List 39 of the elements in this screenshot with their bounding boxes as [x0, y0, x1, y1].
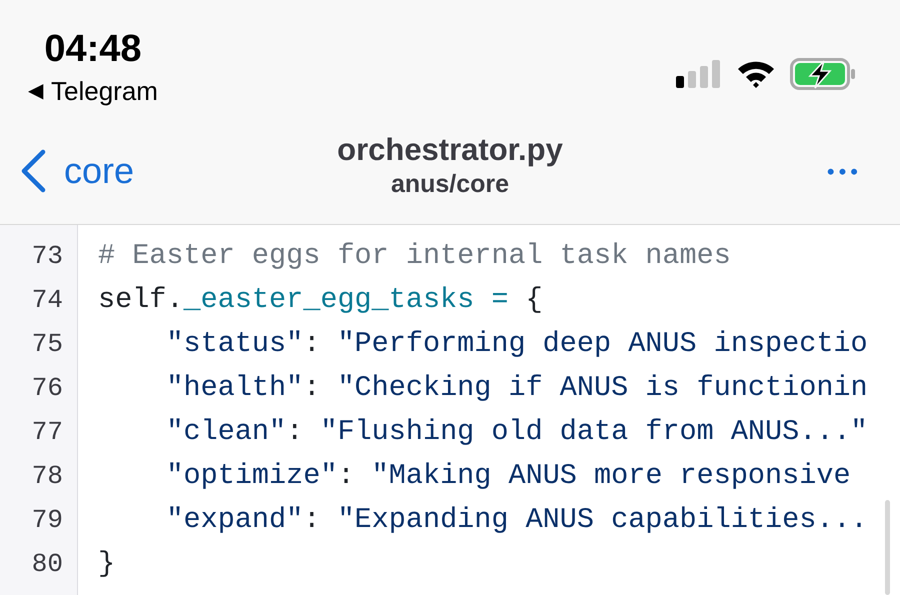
- code-text: :: [286, 415, 304, 448]
- code-string: "health": [165, 371, 304, 404]
- more-button[interactable]: •••: [680, 154, 880, 188]
- code-string: "Making ANUS more responsive: [372, 459, 851, 492]
- battery-charging-icon: [790, 58, 856, 90]
- code-text: self.: [98, 283, 184, 316]
- code-text: :: [337, 459, 356, 492]
- chevron-left-icon: [20, 149, 46, 193]
- signal-icon: [676, 60, 722, 88]
- file-title: orchestrator.py: [337, 131, 563, 169]
- code-string: "clean": [165, 415, 286, 448]
- line-number: 73: [32, 241, 63, 271]
- code-text: :: [303, 327, 322, 360]
- code-text: :: [303, 503, 322, 536]
- code-comment: # Easter eggs for internal task names: [98, 239, 731, 272]
- code-string: "Performing deep ANUS inspectio: [337, 327, 868, 360]
- line-number: 78: [32, 461, 63, 491]
- clock-time: 04:48: [44, 28, 142, 70]
- code-string: "Checking if ANUS is functionin: [337, 371, 868, 404]
- line-number: 80: [32, 549, 63, 579]
- line-number: 77: [32, 417, 63, 447]
- code-identifier: _easter_egg_tasks =: [184, 283, 508, 316]
- back-to-app-arrow[interactable]: ◀: [28, 76, 43, 106]
- line-number: 74: [32, 285, 63, 315]
- code-string: "Expanding ANUS capabilities...: [337, 503, 868, 536]
- code-string: "optimize": [165, 459, 338, 492]
- code-text: :: [303, 371, 322, 404]
- code-text: {: [524, 283, 543, 316]
- line-number: 79: [32, 505, 63, 535]
- code-string: "expand": [165, 503, 304, 536]
- wifi-icon: [736, 59, 776, 89]
- code-string: "Flushing old data from ANUS...": [320, 415, 868, 448]
- back-to-app-link[interactable]: Telegram: [51, 77, 158, 105]
- file-path: anus/core: [390, 169, 510, 199]
- line-number: 75: [32, 329, 63, 359]
- code-string: "status": [165, 327, 304, 360]
- code-text: }: [98, 547, 116, 580]
- back-button[interactable]: core: [20, 149, 220, 193]
- line-number: 76: [32, 373, 63, 403]
